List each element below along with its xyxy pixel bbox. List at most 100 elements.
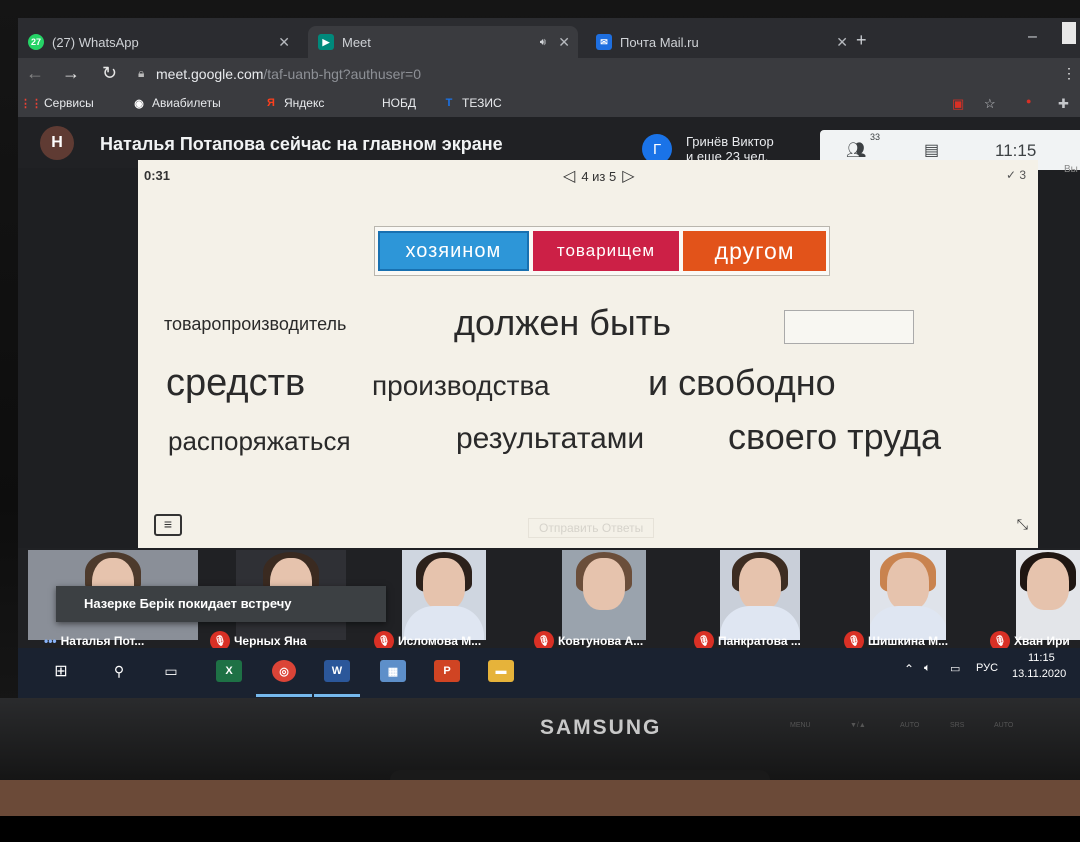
url-path: /taf-uanb-hgt?authuser=0 (263, 66, 422, 82)
task-view-icon[interactable]: ▭ (158, 660, 184, 682)
monitor-button-label: ▼/▲ (850, 722, 866, 729)
address-toolbar: ← → ↻ 🔒︎ meet.google.com/taf-uanb-hgt?au… (18, 58, 1080, 90)
sentence-word: и свободно (648, 362, 836, 403)
excel-icon[interactable]: X (216, 660, 242, 682)
bookmark-label: Сервисы (44, 96, 94, 110)
bookmark-label: НОБД (382, 96, 417, 110)
monitor-screen: 27 (27) WhatsApp ✕ ▶ Meet 🔊︎ ✕ ✉ Почта M… (18, 18, 1080, 698)
menu-icon[interactable]: ≡ (154, 514, 182, 536)
app-icon[interactable]: ▦ (380, 660, 406, 682)
tab-meet[interactable]: ▶ Meet 🔊︎ ✕ (308, 26, 578, 58)
monitor-button-label: SRS (950, 722, 965, 729)
participant-name-text: Ковтунова А... (558, 634, 644, 648)
search-icon[interactable]: ⚲ (106, 660, 132, 682)
others-name: Гринёв Виктор (686, 134, 774, 149)
pager-text: 4 из 5 (581, 168, 617, 184)
answer-options: хозяином товарищем другом (374, 226, 830, 276)
participant-tile[interactable] (1016, 550, 1080, 640)
tray-chevron-icon[interactable]: ⌃ (904, 662, 914, 676)
participant-face (583, 558, 625, 610)
sentence-word: должен быть (454, 302, 671, 343)
participant-name-text: Черных Яна (234, 634, 307, 648)
window-corner-icon (1062, 22, 1076, 44)
collapse-icon[interactable]: ⤡ (1017, 516, 1028, 533)
participant-name-text: Шишкина М... (868, 634, 949, 648)
extension-icon[interactable]: ▣ (952, 96, 964, 112)
chat-icon[interactable]: ▤ (924, 140, 939, 160)
participant-tile[interactable] (870, 550, 946, 640)
sentence-word: средств (166, 362, 306, 404)
participant-tile[interactable] (720, 550, 800, 640)
more-dots-icon[interactable]: ••• (44, 634, 57, 648)
monitor-brand: SAMSUNG (540, 716, 662, 739)
yandex-icon: Я (267, 97, 275, 109)
forward-icon[interactable]: → (62, 63, 80, 84)
participant-face (1027, 558, 1069, 610)
reload-icon[interactable]: ↻ (102, 63, 117, 84)
puzzle-icon[interactable]: ✚ (1058, 96, 1069, 112)
minimize-icon[interactable]: – (1028, 28, 1037, 46)
shared-screen: 0:31 ◁ 4 из 5 ▷ ✓ 3 хозяином товарищем д… (138, 160, 1038, 548)
extension-ub-icon[interactable]: ● (1026, 96, 1031, 106)
photo-frame: 27 (27) WhatsApp ✕ ▶ Meet 🔊︎ ✕ ✉ Почта M… (0, 0, 1080, 842)
bookmark-tezis[interactable]: T ТЕЗИС (442, 96, 502, 110)
option-chip[interactable]: другом (683, 231, 826, 271)
bookmark-label: ТЕЗИС (462, 96, 502, 110)
people-icon[interactable]: 👥︎ (846, 140, 866, 160)
option-chip[interactable]: товарищем (532, 231, 680, 271)
bookmark-yandex[interactable]: Я Яндекс (264, 96, 324, 110)
powerpoint-icon[interactable]: P (434, 660, 460, 682)
menu-dots-icon[interactable]: ⋮ (1062, 65, 1076, 82)
word-icon[interactable]: W (324, 660, 350, 682)
sentence-word: распоряжаться (168, 426, 351, 456)
participant-tile[interactable] (562, 550, 646, 640)
participant-name-text: Наталья Пот... (60, 634, 145, 648)
next-question-icon[interactable]: ▷ (622, 166, 634, 186)
submit-answers-button[interactable]: Отправить Ответы (528, 518, 655, 538)
presenter-avatar: Н (40, 126, 74, 160)
participant-face (887, 558, 929, 610)
close-tab-icon[interactable]: ✕ (836, 34, 848, 51)
whatsapp-icon: 27 (28, 34, 44, 50)
answer-drop-slot[interactable] (784, 310, 914, 344)
tab-meet-label: Meet (342, 34, 371, 50)
volume-icon[interactable]: 🔈︎ (924, 662, 931, 675)
tab-mail[interactable]: ✉ Почта Mail.ru ✕ (586, 26, 856, 58)
url-host: meet.google.com (156, 66, 264, 82)
photo-bottom-border (0, 816, 1080, 842)
language-indicator[interactable]: РУС (976, 662, 998, 674)
close-tab-icon[interactable]: ✕ (558, 34, 570, 51)
close-tab-icon[interactable]: ✕ (278, 34, 290, 51)
new-tab-button[interactable]: + (856, 30, 867, 51)
bookmark-nobd[interactable]: НОБД (382, 96, 416, 110)
option-chip[interactable]: хозяином (378, 231, 529, 271)
mail-icon: ✉ (596, 34, 612, 50)
star-icon[interactable]: ☆ (984, 96, 996, 112)
quiz-pager: ◁ 4 из 5 ▷ (563, 166, 635, 186)
windows-start-icon[interactable]: ⊞ (48, 660, 74, 682)
active-app-indicator (314, 694, 360, 697)
bookmark-services[interactable]: ⋮⋮ Сервисы (20, 96, 94, 110)
leave-notification: Назерке Берік покидает встречу (56, 586, 386, 622)
monitor-button-label: MENU (790, 722, 811, 729)
active-app-indicator (256, 694, 312, 697)
monitor-button-label: AUTO (994, 722, 1014, 729)
monitor-button-label: AUTO (900, 722, 920, 729)
sentence-word: своего труда (728, 416, 942, 457)
network-icon[interactable]: ▭ (950, 662, 960, 675)
quiz-score: ✓ 3 (1005, 168, 1026, 182)
address-bar[interactable]: meet.google.com/taf-uanb-hgt?authuser=0 (156, 66, 421, 82)
bookmark-label: Яндекс (284, 96, 325, 110)
chrome-icon[interactable]: ◎ (272, 660, 296, 682)
tab-whatsapp[interactable]: 27 (27) WhatsApp ✕ (18, 26, 298, 58)
back-icon[interactable]: ← (26, 63, 44, 84)
file-explorer-icon[interactable]: ▬ (488, 660, 514, 682)
prev-question-icon[interactable]: ◁ (563, 166, 575, 186)
sentence-word: товаропроизводитель (164, 314, 347, 334)
tezis-icon: T (445, 97, 453, 109)
meet-icon: ▶ (318, 34, 334, 50)
participant-tile[interactable] (402, 550, 486, 640)
participants-count: 33 (870, 132, 881, 142)
bookmark-avia[interactable]: ◉ Авиабилеты (132, 96, 221, 110)
speaker-icon: 🔊︎ (539, 36, 546, 48)
